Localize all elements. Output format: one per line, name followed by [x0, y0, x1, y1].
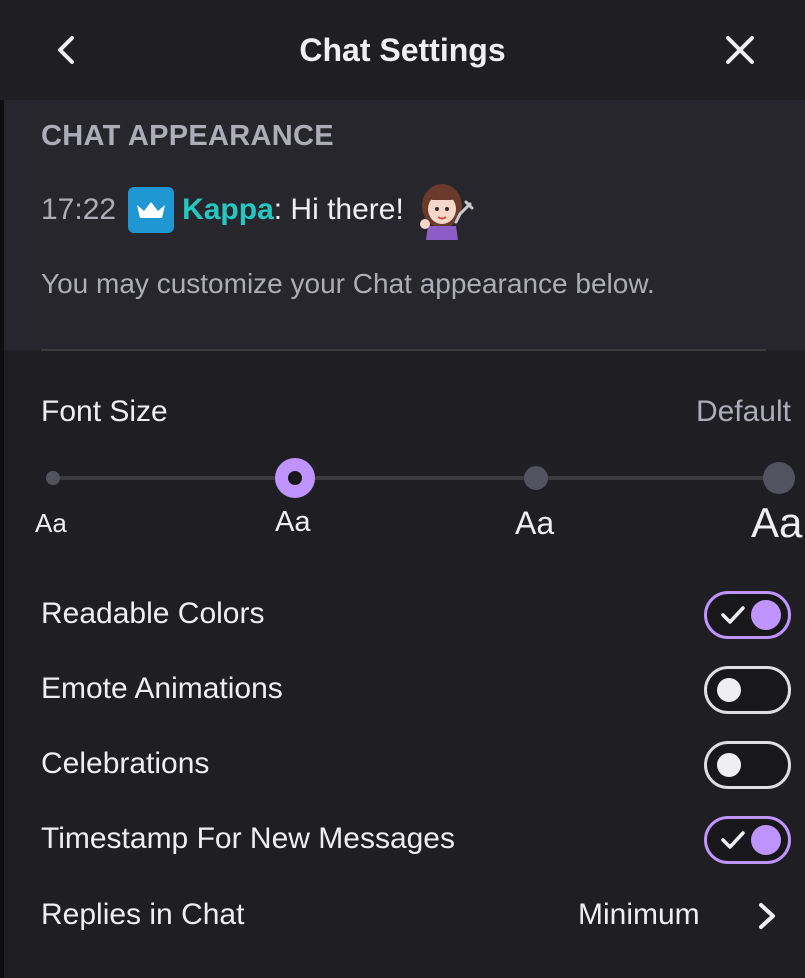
chat-preview-line: 17:22 Kappa : Hi there!: [41, 184, 476, 240]
font-size-option-xlarge[interactable]: Aa: [751, 499, 802, 547]
emote-icon: [412, 178, 476, 242]
divider: [41, 349, 766, 351]
slider-thumb[interactable]: [275, 458, 315, 498]
timestamp-label: Timestamp For New Messages: [41, 822, 455, 855]
checkmark-icon: [721, 606, 745, 624]
preview-username: Kappa: [182, 193, 274, 226]
slider-stop-3[interactable]: [524, 466, 548, 490]
readable-colors-label: Readable Colors: [41, 597, 265, 630]
slider-stop-1[interactable]: [46, 471, 60, 485]
replies-label: Replies in Chat: [41, 898, 245, 931]
chat-settings-panel: Chat Settings CHAT APPEARANCE 17:22 Kapp…: [0, 0, 805, 978]
preview-timestamp: 17:22: [41, 193, 117, 226]
chat-appearance-section: CHAT APPEARANCE 17:22 Kappa : Hi there!: [4, 100, 805, 350]
timestamp-toggle[interactable]: [704, 816, 791, 864]
font-size-slider[interactable]: [46, 458, 795, 498]
toggle-knob: [751, 600, 781, 630]
checkmark-icon: [721, 831, 745, 849]
font-size-label: Font Size: [41, 395, 168, 428]
preview-message: : Hi there!: [273, 193, 404, 226]
header: Chat Settings: [0, 0, 805, 100]
font-size-option-small[interactable]: Aa: [35, 508, 67, 539]
readable-colors-toggle[interactable]: [704, 591, 791, 639]
celebrations-toggle[interactable]: [704, 741, 791, 789]
page-title: Chat Settings: [299, 32, 506, 68]
replies-value: Minimum: [578, 898, 700, 931]
emote-animations-toggle[interactable]: [704, 666, 791, 714]
emote-animations-label: Emote Animations: [41, 672, 283, 705]
chevron-right-icon: [759, 903, 775, 929]
toggle-knob: [751, 825, 781, 855]
replies-in-chat-row[interactable]: Replies in Chat Minimum: [4, 880, 805, 950]
appearance-hint: You may customize your Chat appearance b…: [41, 268, 655, 299]
celebrations-label: Celebrations: [41, 747, 210, 780]
close-icon: [726, 36, 754, 64]
font-size-option-large[interactable]: Aa: [515, 505, 554, 542]
toggle-knob: [717, 678, 741, 702]
close-button[interactable]: [718, 28, 762, 72]
section-heading: CHAT APPEARANCE: [41, 120, 334, 152]
crown-icon: [128, 187, 175, 233]
font-size-value: Default: [695, 395, 791, 428]
font-size-option-default[interactable]: Aa: [275, 506, 310, 539]
slider-track: [53, 476, 779, 480]
toggle-knob: [717, 753, 741, 777]
slider-stop-4[interactable]: [763, 462, 795, 494]
